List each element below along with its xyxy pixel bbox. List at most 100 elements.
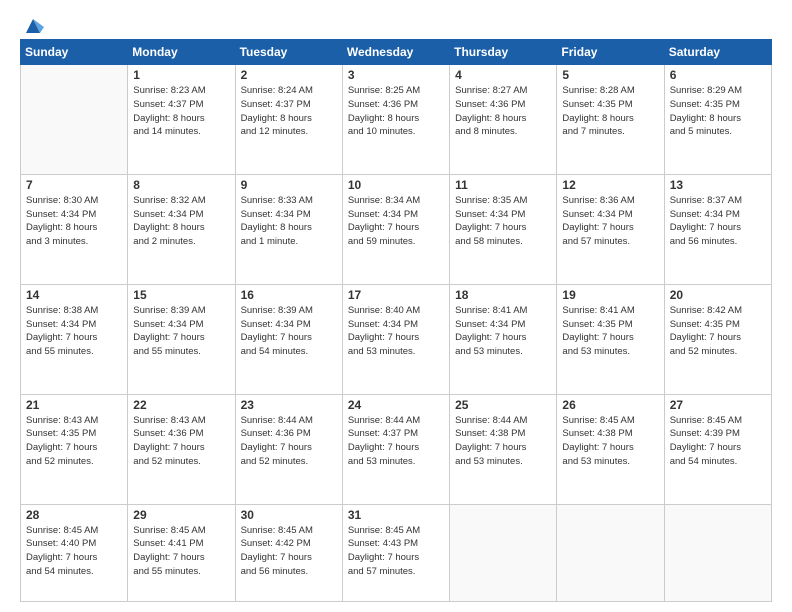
calendar-cell: 26 Sunrise: 8:45 AMSunset: 4:38 PMDayligh…: [557, 394, 664, 504]
day-number: 31: [348, 508, 444, 522]
day-number: 3: [348, 68, 444, 82]
calendar-cell: [557, 504, 664, 602]
calendar-cell: 30 Sunrise: 8:45 AMSunset: 4:42 PMDayligh…: [235, 504, 342, 602]
calendar-cell: 18 Sunrise: 8:41 AMSunset: 4:34 PMDayligh…: [450, 284, 557, 394]
calendar-cell: [664, 504, 771, 602]
day-number: 6: [670, 68, 766, 82]
day-info: Sunrise: 8:34 AMSunset: 4:34 PMDaylight:…: [348, 194, 444, 249]
day-number: 27: [670, 398, 766, 412]
calendar-cell: 16Sunrise: 8:39 AMSunset: 4:34 PMDayligh…: [235, 284, 342, 394]
day-number: 19: [562, 288, 658, 302]
calendar-cell: 12Sunrise: 8:36 AMSunset: 4:34 PMDayligh…: [557, 174, 664, 284]
day-info: Sunrise: 8:45 AMSunset: 4:39 PMDaylight:…: [670, 414, 766, 469]
week-row-3: 21 Sunrise: 8:43 AMSunset: 4:35 PMDayligh…: [21, 394, 772, 504]
day-number: 14: [26, 288, 122, 302]
day-info: Sunrise: 8:43 AMSunset: 4:35 PMDaylight:…: [26, 414, 122, 469]
calendar-cell: 24Sunrise: 8:44 AMSunset: 4:37 PMDayligh…: [342, 394, 449, 504]
day-number: 30: [241, 508, 337, 522]
calendar-cell: 3 Sunrise: 8:25 AMSunset: 4:36 PMDaylight…: [342, 65, 449, 175]
day-info: Sunrise: 8:29 AMSunset: 4:35 PMDaylight:…: [670, 84, 766, 139]
day-info: Sunrise: 8:24 AMSunset: 4:37 PMDaylight:…: [241, 84, 337, 139]
calendar-cell: 2 Sunrise: 8:24 AMSunset: 4:37 PMDaylight…: [235, 65, 342, 175]
day-number: 5: [562, 68, 658, 82]
day-header-sunday: Sunday: [21, 40, 128, 65]
week-row-1: 7 Sunrise: 8:30 AMSunset: 4:34 PMDaylight…: [21, 174, 772, 284]
calendar-cell: 14Sunrise: 8:38 AMSunset: 4:34 PMDayligh…: [21, 284, 128, 394]
calendar-cell: 28Sunrise: 8:45 AMSunset: 4:40 PMDayligh…: [21, 504, 128, 602]
day-number: 8: [133, 178, 229, 192]
calendar-cell: 13 Sunrise: 8:37 AMSunset: 4:34 PMDayligh…: [664, 174, 771, 284]
day-number: 24: [348, 398, 444, 412]
day-info: Sunrise: 8:37 AMSunset: 4:34 PMDaylight:…: [670, 194, 766, 249]
day-number: 26: [562, 398, 658, 412]
day-info: Sunrise: 8:40 AMSunset: 4:34 PMDaylight:…: [348, 304, 444, 359]
day-number: 4: [455, 68, 551, 82]
day-info: Sunrise: 8:25 AMSunset: 4:36 PMDaylight:…: [348, 84, 444, 139]
day-number: 16: [241, 288, 337, 302]
logo-icon: [22, 15, 44, 35]
day-number: 15: [133, 288, 229, 302]
calendar-cell: 31 Sunrise: 8:45 AMSunset: 4:43 PMDayligh…: [342, 504, 449, 602]
day-number: 28: [26, 508, 122, 522]
calendar-table: SundayMondayTuesdayWednesdayThursdayFrid…: [20, 39, 772, 602]
day-info: Sunrise: 8:44 AMSunset: 4:36 PMDaylight:…: [241, 414, 337, 469]
day-info: Sunrise: 8:45 AMSunset: 4:42 PMDaylight:…: [241, 524, 337, 579]
calendar-cell: [450, 504, 557, 602]
day-info: Sunrise: 8:30 AMSunset: 4:34 PMDaylight:…: [26, 194, 122, 249]
calendar-cell: 8 Sunrise: 8:32 AMSunset: 4:34 PMDaylight…: [128, 174, 235, 284]
day-info: Sunrise: 8:33 AMSunset: 4:34 PMDaylight:…: [241, 194, 337, 249]
day-info: Sunrise: 8:36 AMSunset: 4:34 PMDaylight:…: [562, 194, 658, 249]
calendar-cell: 19 Sunrise: 8:41 AMSunset: 4:35 PMDayligh…: [557, 284, 664, 394]
day-info: Sunrise: 8:43 AMSunset: 4:36 PMDaylight:…: [133, 414, 229, 469]
day-info: Sunrise: 8:45 AMSunset: 4:41 PMDaylight:…: [133, 524, 229, 579]
header: [20, 15, 772, 31]
day-number: 13: [670, 178, 766, 192]
week-row-0: 1Sunrise: 8:23 AMSunset: 4:37 PMDaylight…: [21, 65, 772, 175]
day-info: Sunrise: 8:32 AMSunset: 4:34 PMDaylight:…: [133, 194, 229, 249]
day-number: 2: [241, 68, 337, 82]
calendar-cell: 27 Sunrise: 8:45 AMSunset: 4:39 PMDayligh…: [664, 394, 771, 504]
day-info: Sunrise: 8:39 AMSunset: 4:34 PMDaylight:…: [133, 304, 229, 359]
day-info: Sunrise: 8:41 AMSunset: 4:35 PMDaylight:…: [562, 304, 658, 359]
day-number: 1: [133, 68, 229, 82]
calendar-cell: 10 Sunrise: 8:34 AMSunset: 4:34 PMDayligh…: [342, 174, 449, 284]
day-info: Sunrise: 8:28 AMSunset: 4:35 PMDaylight:…: [562, 84, 658, 139]
calendar-cell: [21, 65, 128, 175]
calendar-cell: 7 Sunrise: 8:30 AMSunset: 4:34 PMDaylight…: [21, 174, 128, 284]
day-number: 22: [133, 398, 229, 412]
day-number: 21: [26, 398, 122, 412]
day-header-wednesday: Wednesday: [342, 40, 449, 65]
calendar-cell: 22 Sunrise: 8:43 AMSunset: 4:36 PMDayligh…: [128, 394, 235, 504]
page: SundayMondayTuesdayWednesdayThursdayFrid…: [0, 0, 792, 612]
day-header-thursday: Thursday: [450, 40, 557, 65]
day-number: 9: [241, 178, 337, 192]
day-number: 20: [670, 288, 766, 302]
calendar-cell: 21 Sunrise: 8:43 AMSunset: 4:35 PMDayligh…: [21, 394, 128, 504]
day-number: 7: [26, 178, 122, 192]
calendar-cell: 11Sunrise: 8:35 AMSunset: 4:34 PMDayligh…: [450, 174, 557, 284]
day-number: 10: [348, 178, 444, 192]
logo: [20, 15, 44, 31]
calendar-cell: 23 Sunrise: 8:44 AMSunset: 4:36 PMDayligh…: [235, 394, 342, 504]
day-info: Sunrise: 8:27 AMSunset: 4:36 PMDaylight:…: [455, 84, 551, 139]
calendar-cell: 5 Sunrise: 8:28 AMSunset: 4:35 PMDaylight…: [557, 65, 664, 175]
day-info: Sunrise: 8:45 AMSunset: 4:43 PMDaylight:…: [348, 524, 444, 579]
day-info: Sunrise: 8:41 AMSunset: 4:34 PMDaylight:…: [455, 304, 551, 359]
calendar-cell: 4 Sunrise: 8:27 AMSunset: 4:36 PMDaylight…: [450, 65, 557, 175]
day-number: 23: [241, 398, 337, 412]
day-info: Sunrise: 8:42 AMSunset: 4:35 PMDaylight:…: [670, 304, 766, 359]
day-info: Sunrise: 8:45 AMSunset: 4:38 PMDaylight:…: [562, 414, 658, 469]
calendar-cell: 1Sunrise: 8:23 AMSunset: 4:37 PMDaylight…: [128, 65, 235, 175]
calendar-cell: 15 Sunrise: 8:39 AMSunset: 4:34 PMDayligh…: [128, 284, 235, 394]
calendar-cell: 25Sunrise: 8:44 AMSunset: 4:38 PMDayligh…: [450, 394, 557, 504]
day-number: 17: [348, 288, 444, 302]
day-number: 18: [455, 288, 551, 302]
calendar-cell: 17 Sunrise: 8:40 AMSunset: 4:34 PMDayligh…: [342, 284, 449, 394]
day-number: 29: [133, 508, 229, 522]
day-info: Sunrise: 8:44 AMSunset: 4:38 PMDaylight:…: [455, 414, 551, 469]
calendar-header-row: SundayMondayTuesdayWednesdayThursdayFrid…: [21, 40, 772, 65]
calendar-cell: 20 Sunrise: 8:42 AMSunset: 4:35 PMDayligh…: [664, 284, 771, 394]
calendar-cell: 9 Sunrise: 8:33 AMSunset: 4:34 PMDaylight…: [235, 174, 342, 284]
calendar-cell: 29 Sunrise: 8:45 AMSunset: 4:41 PMDayligh…: [128, 504, 235, 602]
day-number: 11: [455, 178, 551, 192]
